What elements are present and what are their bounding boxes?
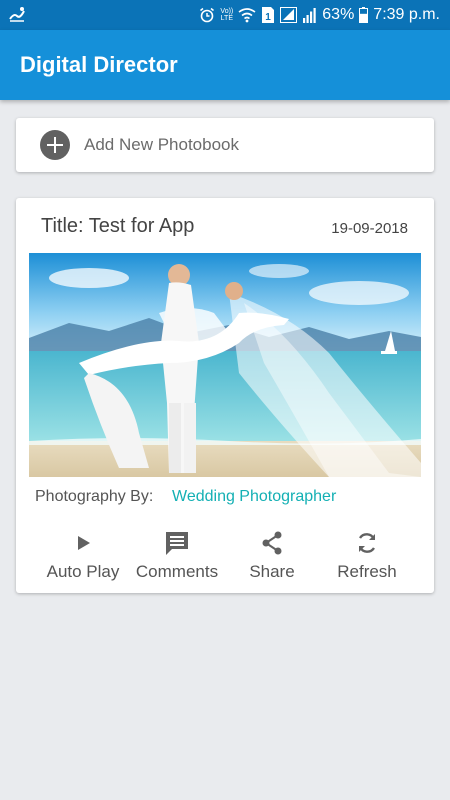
photobook-actions: Auto Play Comments Share Refresh (16, 528, 434, 588)
wifi-icon (238, 7, 256, 23)
share-icon (222, 528, 322, 558)
signal-icon (280, 7, 298, 23)
battery-percent: 63% (322, 6, 355, 23)
refresh-icon (317, 528, 417, 558)
refresh-label: Refresh (337, 562, 397, 581)
comment-icon (127, 528, 227, 558)
cellular-bars-icon (303, 7, 317, 23)
app-title: Digital Director (20, 52, 178, 77)
sim-slot-label: 1 (265, 12, 271, 23)
add-photobook-label: Add New Photobook (84, 135, 239, 154)
photobook-card: Title: Test for App 19-09-2018 Photograp… (16, 198, 434, 593)
comments-button[interactable]: Comments (127, 528, 227, 588)
alarm-icon (199, 7, 215, 23)
comments-label: Comments (135, 562, 219, 581)
add-circle-icon (40, 130, 70, 160)
sim-icon: 1 (261, 6, 275, 24)
photographer-label: Photography By: (35, 488, 154, 505)
auto-play-label: Auto Play (46, 562, 120, 581)
notification-icon (8, 5, 26, 23)
volte-icon: Vo)) LTE (220, 8, 233, 22)
play-icon (33, 528, 133, 558)
share-button[interactable]: Share (222, 528, 322, 588)
share-label: Share (249, 562, 295, 581)
photobook-title: Title: Test for App (41, 215, 195, 237)
photobook-cover-image[interactable] (29, 253, 421, 477)
app-bar: Digital Director (0, 30, 450, 100)
battery-icon (359, 7, 369, 23)
volte-label: Vo)) (220, 8, 234, 15)
clock: 7:39 p.m. (373, 6, 440, 23)
auto-play-button[interactable]: Auto Play (33, 528, 133, 588)
status-bar: Vo)) LTE 1 63% 7:39 p.m. (0, 0, 450, 30)
photographer-link[interactable]: Wedding Photographer (172, 488, 336, 506)
refresh-button[interactable]: Refresh (317, 528, 417, 588)
add-photobook-button[interactable]: Add New Photobook (16, 118, 434, 172)
lte-label: LTE (220, 15, 233, 22)
photobook-date: 19-09-2018 (331, 220, 408, 237)
